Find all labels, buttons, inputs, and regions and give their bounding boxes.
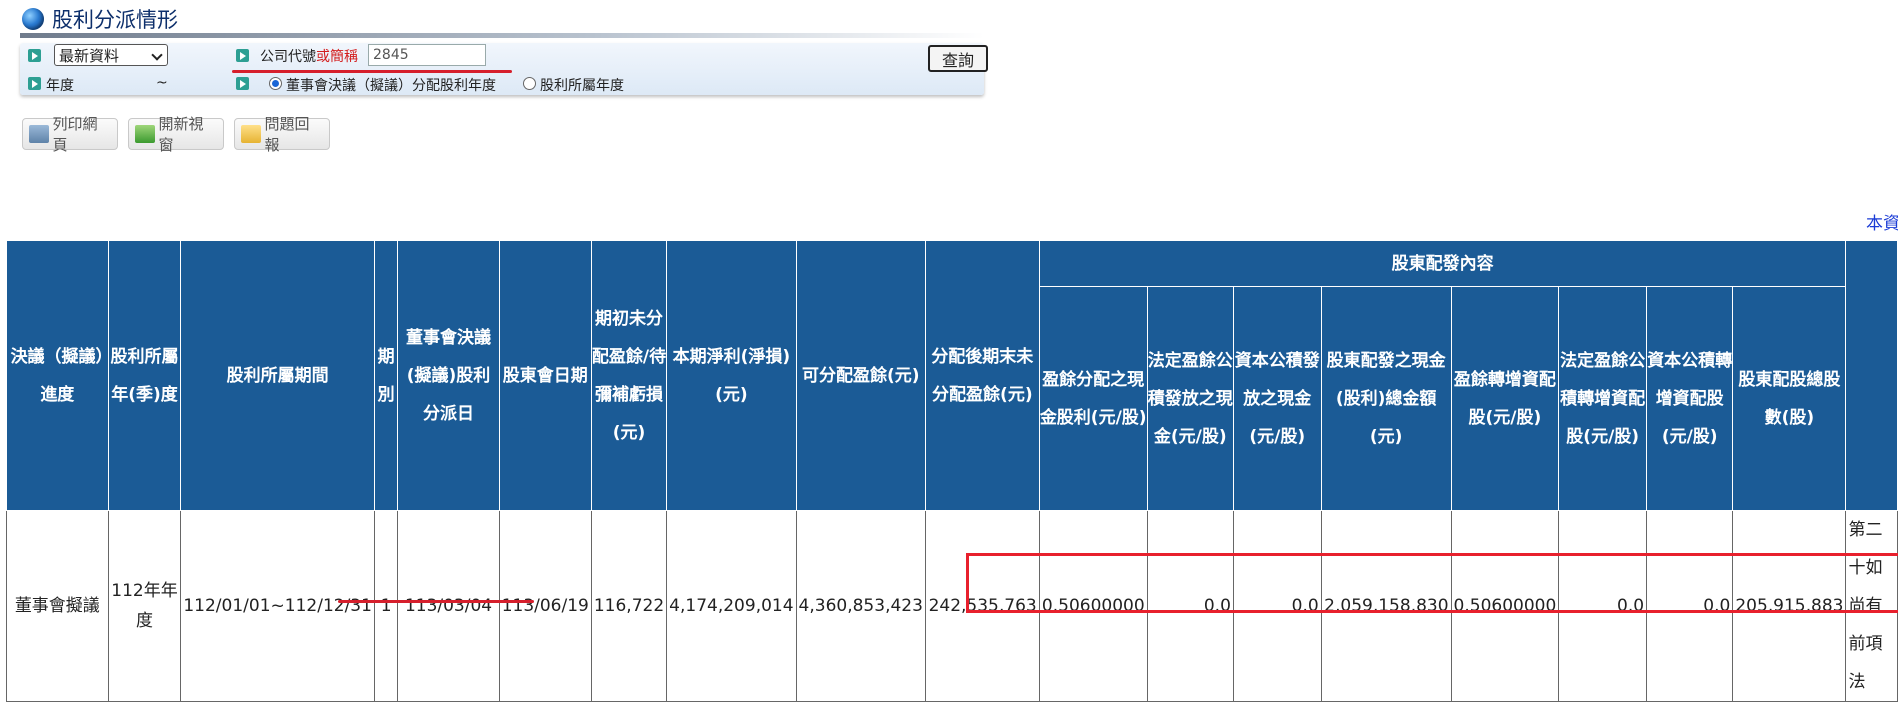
arrow-icon xyxy=(236,49,249,62)
new-window-icon xyxy=(135,125,155,143)
new-window-button-label: 開新視窗 xyxy=(158,115,204,154)
header-capital-reserve-cash: 資本公積發放之現金(元/股) xyxy=(1232,286,1322,511)
header-distributable: 可分配盈餘(元) xyxy=(795,240,926,511)
cell-legal-reserve-cash: 0.0 xyxy=(1146,510,1234,702)
year-label: 年度 xyxy=(46,78,74,94)
header-belong-period: 股利所屬期間 xyxy=(180,240,375,511)
radio-board-year-label: 董事會決議（擬議）分配股利年度 xyxy=(286,78,496,94)
header-total-cash: 股東配發之現金(股利)總金額(元) xyxy=(1320,286,1452,511)
chevron-down-icon xyxy=(151,49,163,61)
mail-icon xyxy=(241,125,261,143)
cell-capital-reserve-stock: 0.0 xyxy=(1646,510,1734,702)
header-legal-reserve-cash: 法定盈餘公積發放之現金(元/股) xyxy=(1146,286,1234,511)
header-capital-reserve-stock: 資本公積轉增資配股(元/股) xyxy=(1646,286,1734,511)
header-legal-reserve-stock: 法定盈餘公積轉增資配股(元/股) xyxy=(1558,286,1648,511)
cell-cash-per-share: 0.50600000 xyxy=(1038,510,1148,702)
annotation-underline xyxy=(232,70,512,73)
cell-note: 第二十如尚有前項法 xyxy=(1845,510,1898,702)
header-board-date: 董事會決議(擬議)股利分派日 xyxy=(397,240,500,511)
query-panel: 最新資料 公司代號或簡稱 2845 查詢 年度 ~ 董事會決議（擬議）分配股利年… xyxy=(20,43,988,95)
radio-belong-year-label: 股利所屬年度 xyxy=(540,78,624,94)
header-meeting-date: 股東會日期 xyxy=(498,240,592,511)
header-ending-undistributed: 分配後期末未分配盈餘(元) xyxy=(924,240,1040,511)
title-divider xyxy=(20,33,984,38)
cell-net-income: 4,174,209,014 xyxy=(666,510,797,702)
header-term: 期別 xyxy=(373,240,399,511)
cell-ending-undistributed: 242,535,763 xyxy=(924,510,1040,702)
arrow-icon xyxy=(28,77,41,90)
cell-belong-year: 112年年度 xyxy=(107,510,182,702)
cell-stock-per-share: 0.50600000 xyxy=(1450,510,1560,702)
header-stock-per-share: 盈餘轉增資配股(元/股) xyxy=(1450,286,1560,511)
header-beginning-undistributed: 期初未分配盈餘/待彌補虧損(元) xyxy=(590,240,668,511)
header-belong-year: 股利所屬年(季)度 xyxy=(107,240,182,511)
new-window-button[interactable]: 開新視窗 xyxy=(128,115,224,154)
query-button[interactable]: 查詢 xyxy=(928,45,988,72)
dividend-table: 決議（擬議）進度 股利所屬年(季)度 股利所屬期間 期別 董事會決議(擬議)股利… xyxy=(6,240,1898,702)
data-scope-value: 最新資料 xyxy=(59,46,120,65)
corner-link[interactable]: 本資 xyxy=(1866,209,1898,234)
radio-board-year[interactable] xyxy=(269,77,282,90)
arrow-icon xyxy=(236,77,249,90)
page-title: 股利分派情形 xyxy=(52,8,178,32)
report-button[interactable]: 問題回報 xyxy=(234,115,330,154)
cell-belong-period: 112/01/01~112/12/31 xyxy=(180,510,375,702)
cell-board-date: 113/03/04 xyxy=(397,510,500,702)
cell-total-cash: 2,059,158,830 xyxy=(1320,510,1452,702)
globe-icon xyxy=(22,8,44,30)
print-button[interactable]: 列印網頁 xyxy=(22,115,118,154)
cell-term: 1 xyxy=(373,510,399,702)
company-code-label-text: 公司代號 xyxy=(260,49,316,65)
header-note xyxy=(1845,240,1898,511)
arrow-icon xyxy=(28,49,41,62)
report-button-label: 問題回報 xyxy=(264,115,310,154)
annotation-date-underline xyxy=(338,600,534,603)
cell-distributable: 4,360,853,423 xyxy=(795,510,926,702)
cell-meeting-date: 113/06/19 xyxy=(498,510,592,702)
print-button-label: 列印網頁 xyxy=(52,115,98,154)
header-group-shareholder: 股東配發內容 xyxy=(1038,240,1847,287)
cell-progress: 董事會擬議 xyxy=(6,510,109,702)
header-cash-per-share: 盈餘分配之現金股利(元/股) xyxy=(1038,286,1148,511)
cell-legal-reserve-stock: 0.0 xyxy=(1558,510,1648,702)
header-progress: 決議（擬議）進度 xyxy=(6,240,109,511)
cell-capital-reserve-cash: 0.0 xyxy=(1232,510,1322,702)
header-net-income: 本期淨利(淨損)(元) xyxy=(666,240,797,511)
table-row: 董事會擬議 112年年度 112/01/01~112/12/31 1 113/0… xyxy=(6,510,1898,702)
page-header: 股利分派情形 xyxy=(22,4,178,34)
year-range-separator: ~ xyxy=(156,75,168,91)
company-code-input[interactable]: 2845 xyxy=(368,44,486,66)
printer-icon xyxy=(29,125,49,143)
radio-belong-year[interactable] xyxy=(523,77,536,90)
data-scope-select[interactable]: 最新資料 xyxy=(54,44,168,66)
company-abbr-label: 或簡稱 xyxy=(316,49,358,65)
cell-total-shares: 205,915,883 xyxy=(1732,510,1847,702)
header-total-shares: 股東配股總股數(股) xyxy=(1732,286,1847,511)
cell-beginning-undistributed: 116,722 xyxy=(590,510,668,702)
company-code-label: 公司代號或簡稱 xyxy=(260,46,358,66)
